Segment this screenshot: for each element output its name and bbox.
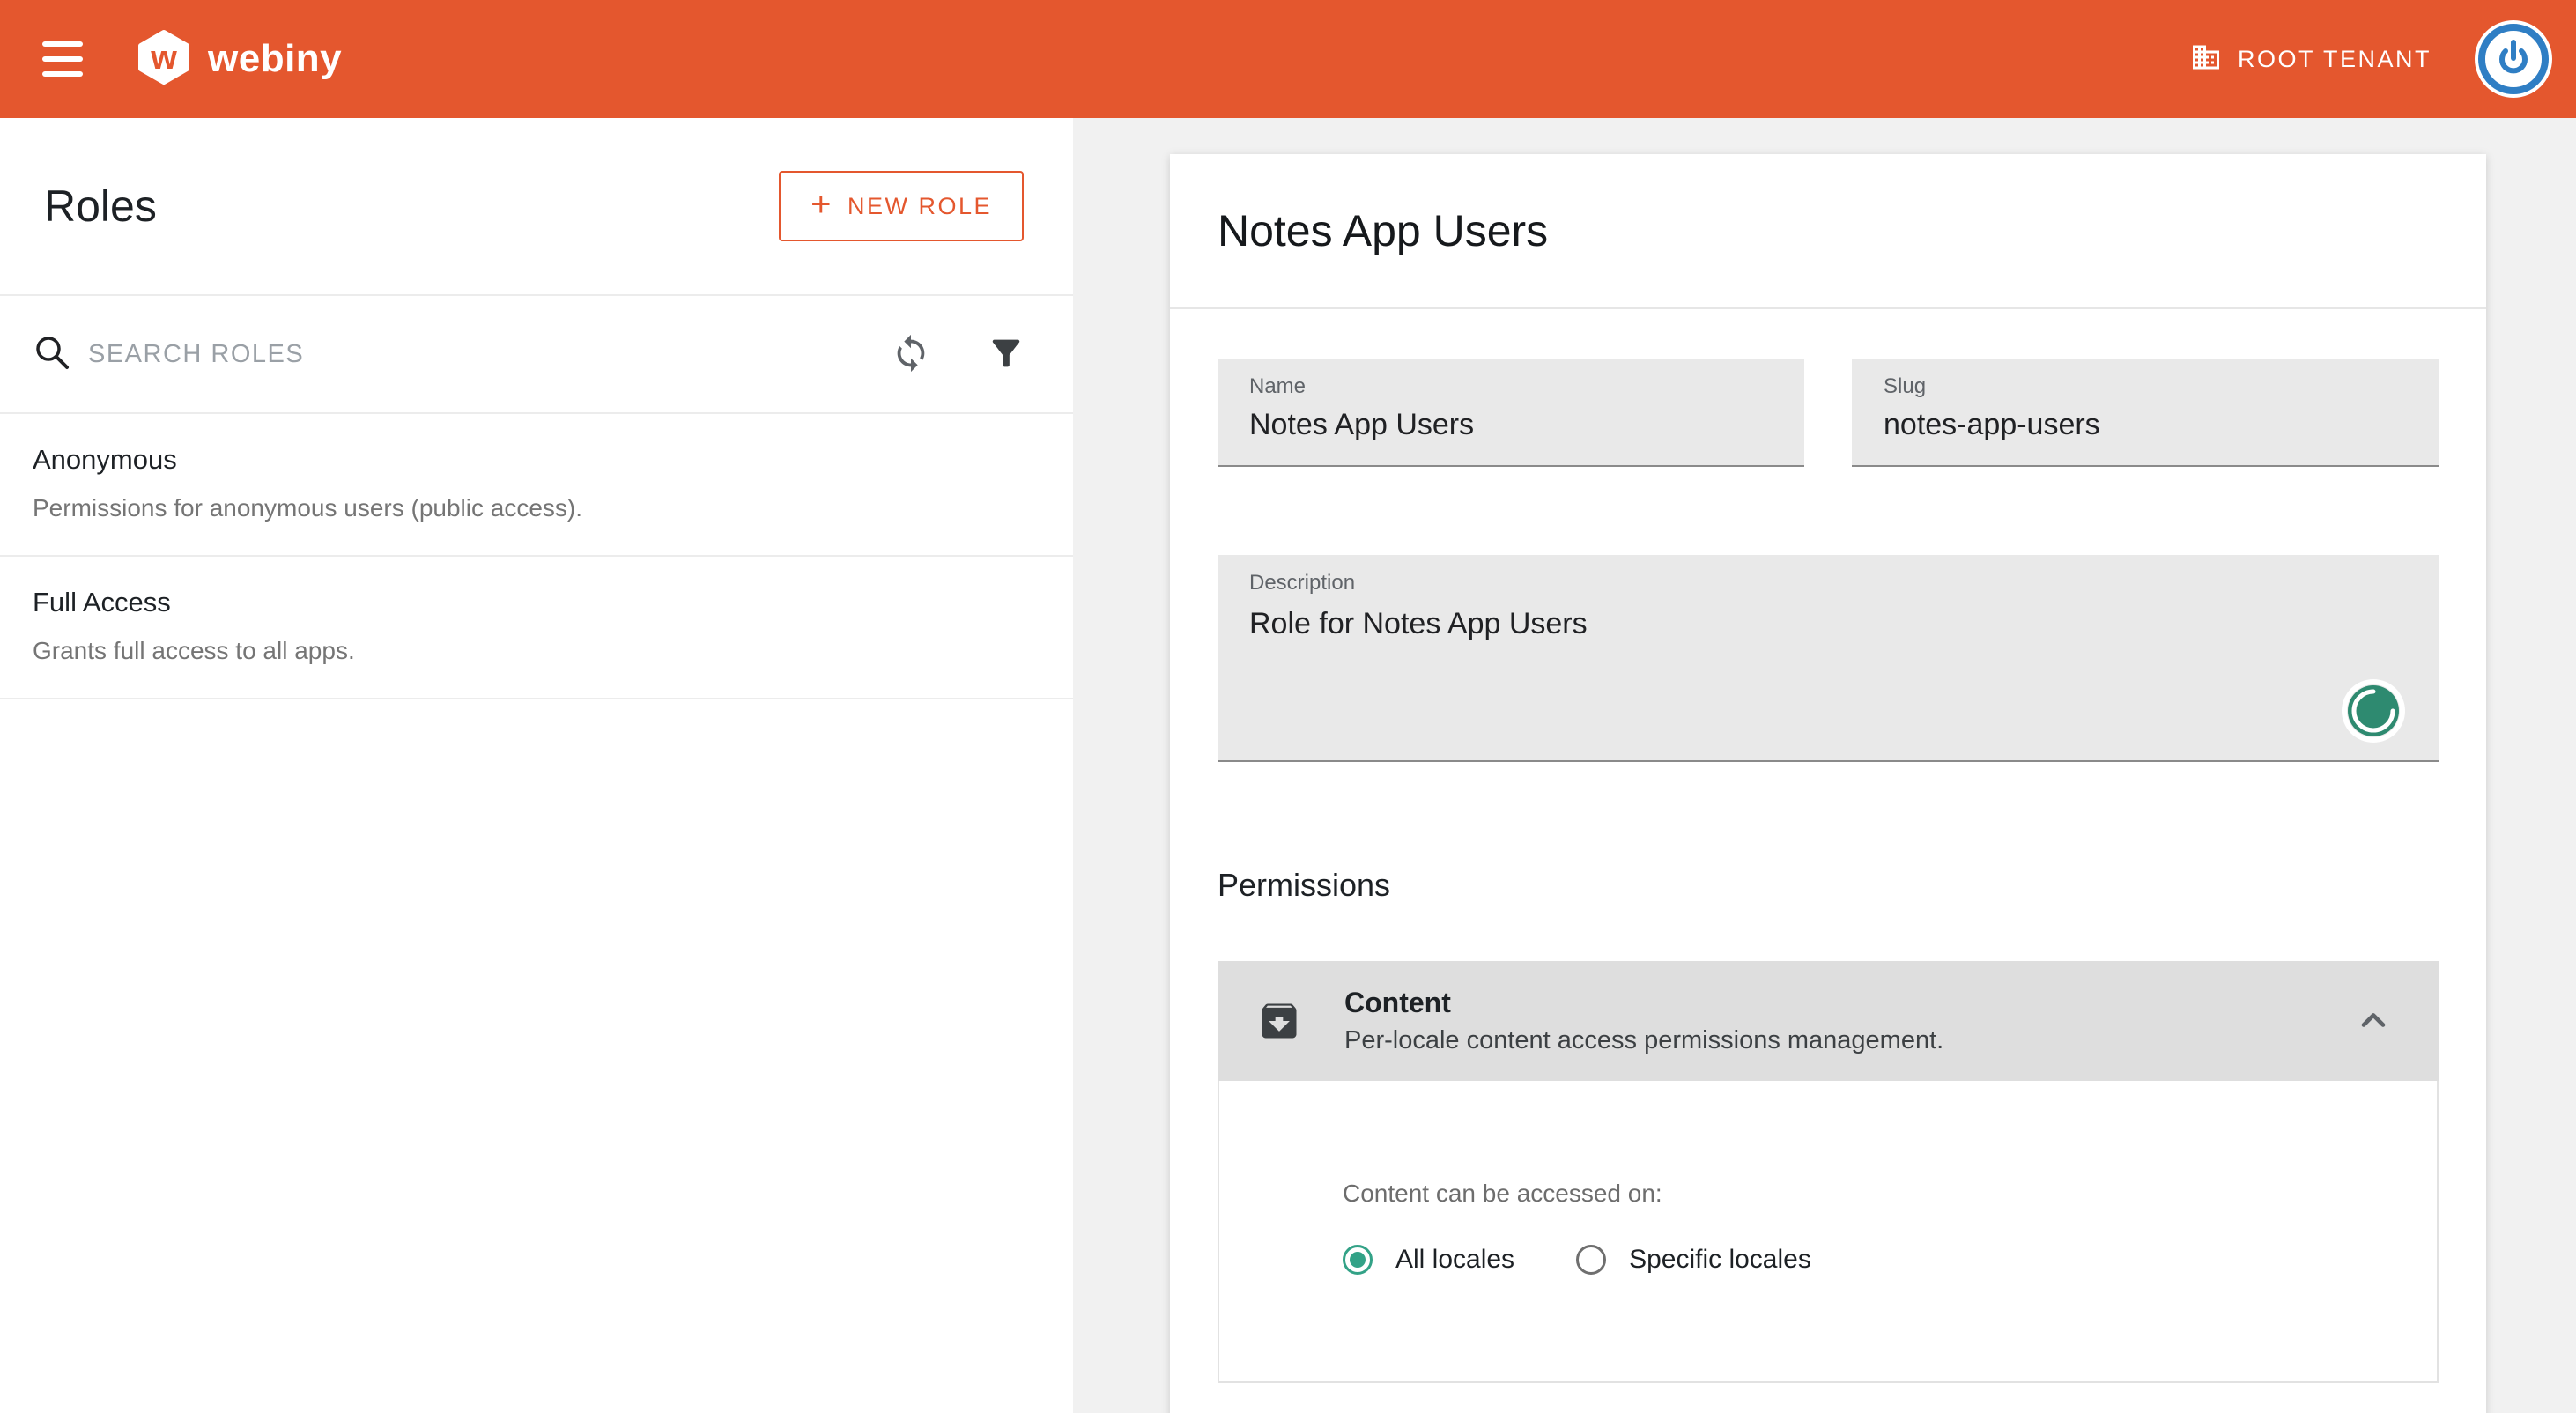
roles-list-panel: Roles + NEW ROLE [0,118,1073,1413]
search-input[interactable] [88,340,891,369]
slug-field[interactable]: Slug [1852,359,2439,467]
search-icon [32,332,72,377]
webiny-logo[interactable]: w webiny [136,29,342,90]
app-header: w webiny ROOT TENANT [0,0,2576,118]
radio-all-locales-label: All locales [1395,1245,1514,1275]
permissions-heading: Permissions [1218,866,2439,905]
tenant-selector[interactable]: ROOT TENANT [2190,41,2432,78]
brand-text: webiny [208,37,342,81]
role-description: Grants full access to all apps. [33,633,1073,669]
role-detail-title: Notes App Users [1218,205,1548,256]
user-avatar[interactable] [2474,19,2553,99]
role-list-item-anonymous[interactable]: Anonymous Permissions for anonymous user… [0,414,1073,557]
page-title: Roles [44,181,157,232]
content-permissions-accordion: Content Per-locale content access permis… [1218,961,2439,1383]
autosave-spinner-icon [2347,684,2400,737]
role-detail-panel: Notes App Users Name Slug Description Ro… [1073,118,2576,1413]
description-field-label: Description [1249,571,2407,596]
chevron-up-icon [2354,1001,2393,1042]
role-title: Full Access [33,586,1073,619]
webiny-logo-icon: w [136,29,192,90]
content-accordion-header[interactable]: Content Per-locale content access permis… [1218,961,2439,1081]
svg-text:w: w [150,40,177,77]
filter-button[interactable] [986,333,1026,376]
description-input[interactable]: Role for Notes App Users [1249,604,2407,736]
radio-selected-icon[interactable] [1343,1245,1373,1275]
accordion-subtitle: Per-locale content access permissions ma… [1344,1026,1943,1055]
role-detail-card: Notes App Users Name Slug Description Ro… [1170,154,2486,1413]
filter-icon [986,333,1026,376]
radio-unselected-icon[interactable] [1576,1245,1606,1275]
search-bar [0,296,1073,414]
role-description: Permissions for anonymous users (public … [33,491,1073,526]
accordion-title: Content [1344,987,1943,1019]
archive-icon [1256,998,1302,1044]
name-input[interactable] [1249,408,1773,442]
role-list: Anonymous Permissions for anonymous user… [0,414,1073,699]
new-role-button-label: NEW ROLE [848,193,992,220]
new-role-button[interactable]: + NEW ROLE [779,171,1024,241]
radio-specific-locales-label: Specific locales [1629,1245,1811,1275]
description-field[interactable]: Description Role for Notes App Users [1218,555,2439,762]
content-accordion-body: Content can be accessed on: All locales … [1218,1081,2439,1383]
tenant-label: ROOT TENANT [2238,46,2432,73]
name-field[interactable]: Name [1218,359,1804,467]
name-field-label: Name [1249,374,1773,399]
refresh-button[interactable] [891,333,931,376]
slug-field-label: Slug [1884,374,2407,399]
role-title: Anonymous [33,443,1073,477]
radio-specific-locales[interactable]: Specific locales [1576,1245,1811,1275]
building-icon [2190,41,2222,78]
slug-input[interactable] [1884,408,2407,442]
radio-all-locales[interactable]: All locales [1343,1245,1514,1275]
access-label: Content can be accessed on: [1343,1180,2437,1208]
refresh-icon [891,333,931,376]
menu-icon[interactable] [42,41,83,77]
role-list-item-full-access[interactable]: Full Access Grants full access to all ap… [0,557,1073,699]
collapse-section-button[interactable] [2354,1001,2393,1042]
plus-icon: + [811,187,833,222]
